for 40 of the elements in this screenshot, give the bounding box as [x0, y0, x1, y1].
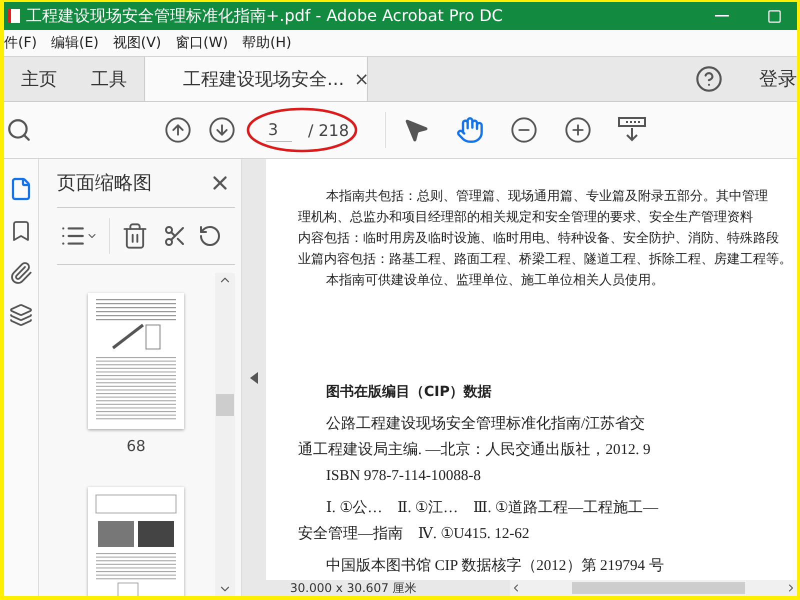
maximize-icon	[766, 8, 782, 24]
layers-icon[interactable]	[9, 303, 33, 327]
menu-item[interactable]: 窗口(W)	[175, 34, 228, 52]
body-text-line: 内容包括：临时用房及临时设施、临时用电、特种设备、安全防护、消防、特殊路段	[298, 229, 780, 247]
tab[interactable]: 工具	[74, 57, 144, 101]
body-text-line: 本指南可供建设单位、监理单位、施工单位相关人员使用。	[325, 271, 665, 289]
catalog-text-line: 公路工程建设现场安全管理标准化指南/江苏省交	[325, 414, 646, 434]
horizontal-scrollbar[interactable]	[510, 580, 797, 596]
menu-item[interactable]: 件(F)	[4, 34, 37, 52]
catalog-text-line: ISBN 978-7-114-10088-8	[325, 467, 482, 486]
page-number-field[interactable]: 3	[266, 118, 292, 142]
catalog-text-line: 安全管理—指南 Ⅳ. ①U415. 12-62	[298, 524, 530, 544]
paperclip-icon[interactable]	[9, 261, 33, 285]
page-size-text: 30.000 x 30.607 厘米	[289, 580, 418, 596]
body-text-line: 本指南共包括：总则、管理篇、现场通用篇、专业篇及附录五部分。其中管理	[325, 187, 769, 205]
triangle-left-icon	[250, 372, 258, 384]
menu-item[interactable]: 视图(V)	[112, 34, 162, 52]
catalog-text-line: 中国版本图书馆 CIP 数据核字（2012）第 219794 号	[325, 556, 665, 576]
menu-item[interactable]: 编辑(E)	[50, 34, 99, 52]
body-text-line: 理机构、总监办和项目经理部的相关规定和安全管理的要求、安全生产管理资料	[298, 208, 754, 226]
scrollbar[interactable]	[215, 273, 235, 596]
page-icon[interactable]	[9, 177, 33, 201]
catalog-text-line: Ⅰ. ①公… Ⅱ. ①江… Ⅲ. ①道路工程—工程施工—	[325, 498, 660, 518]
catalog-text-line: 通工程建设局主编. —北京：人民交通出版社，2012. 9	[298, 440, 652, 460]
window-title: 工程建设现场安全管理标准化指南+.pdf - Adobe Acrobat Pro DC	[26, 6, 504, 26]
page-thumbnail[interactable]	[88, 487, 184, 596]
scrollbar-thumb[interactable]	[216, 394, 234, 416]
minimize-icon	[715, 15, 729, 17]
page-number: 68	[126, 437, 146, 455]
page-count: / 218	[308, 120, 350, 140]
section-heading: 图书在版编目（CIP）数据	[326, 383, 493, 401]
app-icon	[8, 9, 20, 23]
sign-in-link[interactable]: 登录	[759, 66, 797, 92]
body-text-line: 业篇内容包括：路基工程、路面工程、桥梁工程、隧道工程、拆除工程、房建工程等。	[298, 250, 793, 268]
page-thumbnail[interactable]	[88, 293, 184, 429]
close-tab-button[interactable]: ×	[354, 68, 370, 90]
tab[interactable]: 工程建设现场安全... ×	[144, 57, 368, 101]
tab[interactable]: 主页	[4, 57, 74, 101]
menu-item[interactable]: 帮助(H)	[242, 34, 292, 52]
panel-title: 页面缩略图	[57, 171, 152, 196]
